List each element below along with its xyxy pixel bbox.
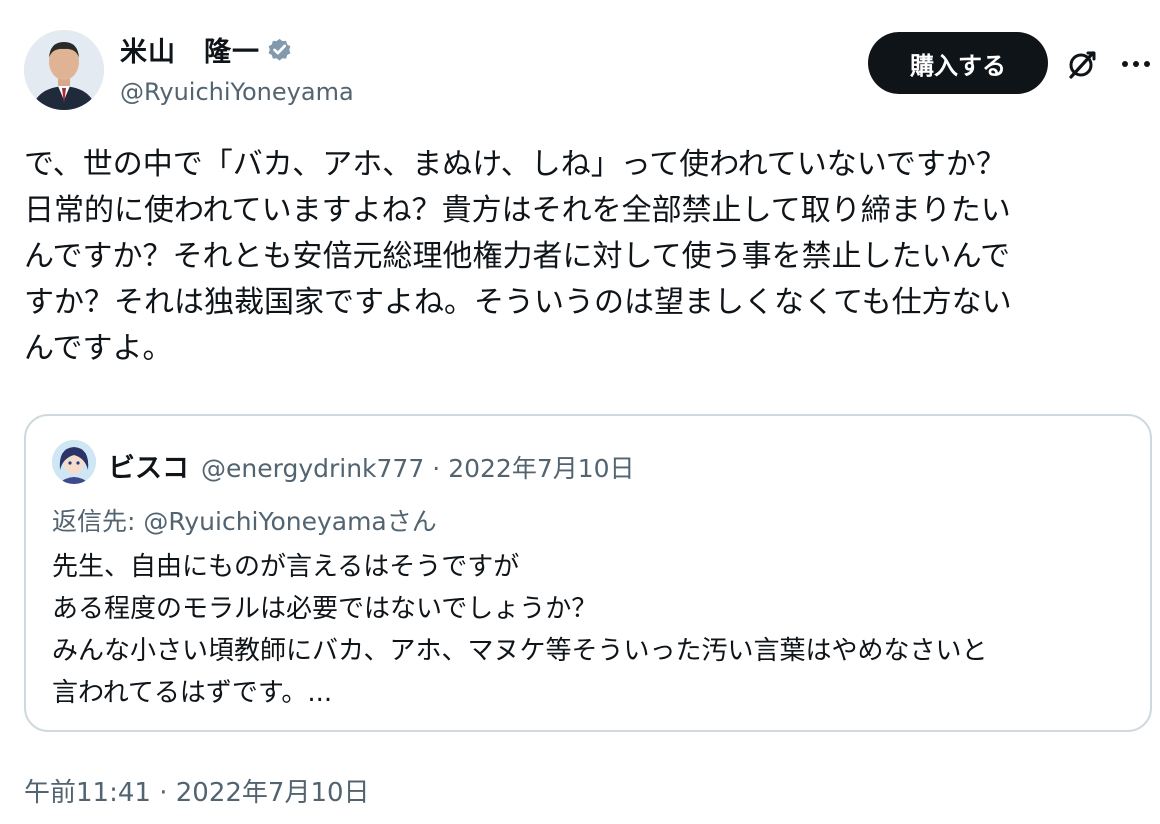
quoted-text-line: みんな小さい頃教師にバカ、アホ、マヌケ等そういった汚い言葉はやめなさいと (52, 636, 988, 666)
separator-dot: · (150, 778, 176, 808)
quoted-author-handle[interactable]: @energydrink777 (201, 454, 424, 483)
timestamp-time[interactable]: 午前11:41 (24, 778, 151, 808)
quoted-author-name[interactable]: ビスコ (108, 446, 189, 485)
separator-dot: · (432, 454, 441, 483)
timestamp-date[interactable]: 2022年7月10日 (176, 778, 370, 808)
tweet-text-line: んですよ。 (24, 331, 173, 366)
user-avatar-photo (24, 30, 104, 110)
quoted-author-avatar[interactable] (52, 440, 96, 484)
author-avatar[interactable] (24, 30, 104, 110)
quoted-text-line: ある程度のモラルは必要ではないでしょうか？ (52, 594, 598, 624)
quoted-tweet-text: 先生、自由にものが言えるはそうですが ある程度のモラルは必要ではないでしょうか？… (52, 546, 987, 714)
tweet-text-line: んですか？それとも安倍元総理他権力者に対して使う事を禁止したいんで (24, 239, 1011, 274)
quoted-tweet-date[interactable]: 2022年7月10日 (448, 449, 634, 485)
tweet-timestamp[interactable]: 午前11:41 · 2022年7月10日 (24, 772, 370, 809)
quoted-tweet[interactable]: ビスコ @energydrink777 · 2022年7月10日 返信先: @R… (24, 414, 1152, 732)
verified-badge-icon (268, 38, 291, 61)
tweet-text-line: すか？それは独裁国家ですよね。そういうのは望ましくなくても仕方ない (24, 285, 1012, 320)
tweet-text-line: 日常的に使われていますよね？貴方はそれを全部禁止して取り締まりたい (24, 193, 1011, 228)
buy-button[interactable]: 購入する (868, 32, 1048, 94)
reply-to-label: 返信先: @RyuichiYoneyamaさん (52, 507, 437, 536)
grok-icon[interactable] (1064, 46, 1100, 82)
anime-avatar (52, 440, 96, 484)
quoted-tweet-header: ビスコ @energydrink777 · 2022年7月10日 (108, 446, 635, 485)
tweet-text-line: で、世の中で「バカ、アホ、まぬけ、しね」って使われていないですか？ (24, 147, 1006, 182)
author-display-name[interactable]: 米山 隆一 (120, 30, 260, 69)
quoted-text-line: 言われてるはずです。... (52, 678, 333, 708)
quoted-text-line: 先生、自由にものが言えるはそうですが (52, 552, 520, 582)
author-name-row: 米山 隆一 (120, 30, 293, 69)
author-handle[interactable]: @RyuichiYoneyama (120, 78, 354, 106)
more-icon[interactable] (1118, 46, 1154, 82)
tweet-text: で、世の中で「バカ、アホ、まぬけ、しね」って使われていないですか？ 日常的に使わ… (24, 142, 1144, 372)
